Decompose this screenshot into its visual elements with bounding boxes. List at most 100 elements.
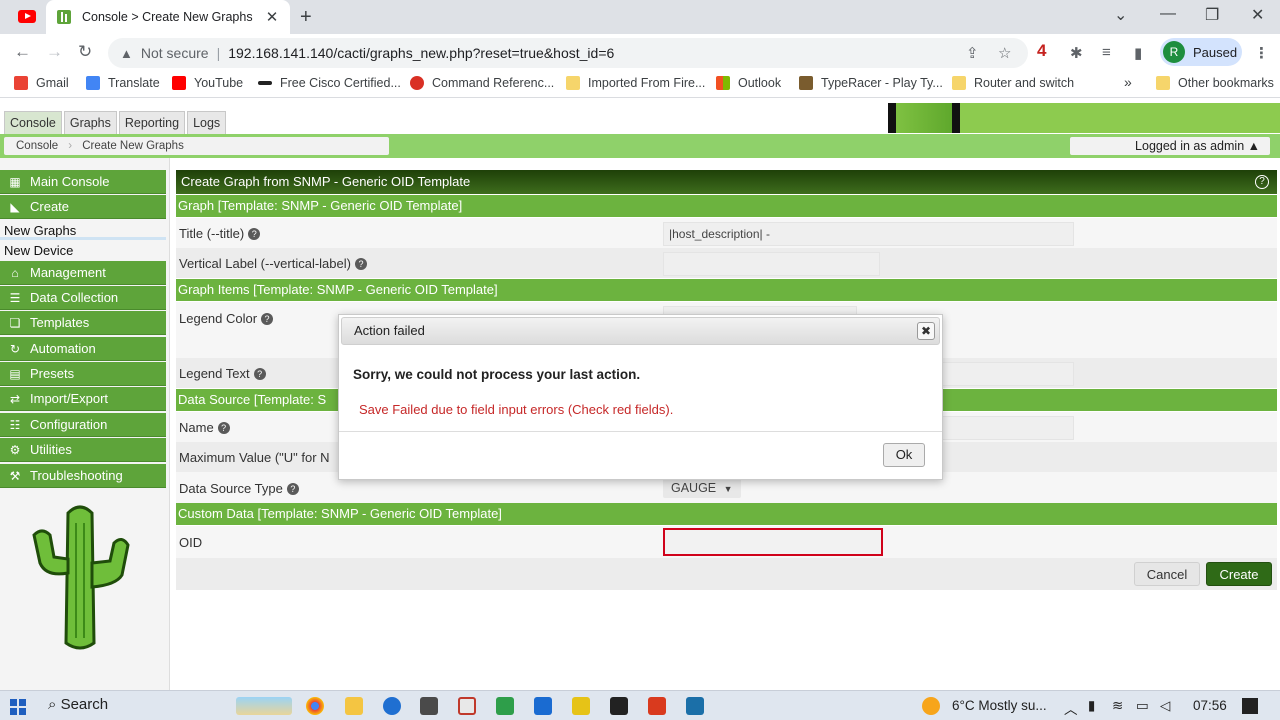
app-icon[interactable] [458, 697, 476, 715]
app-icon[interactable] [686, 697, 704, 715]
action-failed-dialog: Action failed ✖ Sorry, we could not proc… [338, 314, 943, 480]
extension-badge[interactable]: 4 [1037, 41, 1046, 61]
forward-button[interactable]: → [46, 42, 63, 62]
weather-text[interactable]: 6°C Mostly su... [952, 698, 1047, 713]
minimize-button[interactable]: — [1160, 5, 1176, 23]
title-input[interactable]: |host_description| - [663, 222, 1074, 246]
reload-button[interactable]: ↻ [78, 42, 92, 62]
cisco-icon [258, 81, 272, 85]
taskbar-widget-image[interactable] [236, 697, 292, 715]
app-icon[interactable] [383, 697, 401, 715]
bookmark-router-folder[interactable]: Router and switch [952, 76, 1074, 90]
help-icon[interactable]: ? [261, 313, 274, 325]
tray-chevron-icon[interactable]: ︿ [1064, 698, 1078, 718]
sidebar-item-configuration[interactable]: ☷ Configuration [0, 413, 166, 437]
bookmark-gmail[interactable]: Gmail [14, 76, 69, 90]
help-icon[interactable]: ? [217, 422, 230, 434]
logged-in-user[interactable]: Logged in as admin ▲ [1070, 137, 1270, 155]
warning-icon[interactable]: ▲ [120, 46, 133, 61]
breadcrumb-create-new-graphs[interactable]: Create New Graphs [68, 140, 196, 152]
database-icon: ☰ [9, 290, 21, 305]
tab-title: Console > Create New Graphs [82, 10, 253, 24]
media-control-icon[interactable]: ≡ [1102, 44, 1111, 61]
sidebar-item-main-console[interactable]: ▦ Main Console [0, 170, 166, 194]
terminal-icon[interactable] [610, 697, 628, 715]
tab-close-icon[interactable]: ✕ [264, 8, 280, 26]
sidebar: ▦ Main Console ◣ Create New Graphs New Dev… [0, 158, 170, 690]
extensions-puzzle-icon[interactable]: ✱ [1070, 44, 1083, 62]
chrome-icon[interactable] [306, 697, 324, 715]
battery-icon[interactable]: ▭ [1136, 698, 1149, 714]
sidebar-item-import-export[interactable]: ⇄ Import/Export [0, 387, 166, 411]
sidebar-item-data-collection[interactable]: ☰ Data Collection [0, 286, 166, 310]
profile-button[interactable]: R Paused [1160, 38, 1242, 66]
file-explorer-icon[interactable] [345, 697, 363, 715]
new-tab-button[interactable]: + [300, 6, 312, 29]
browser-tab-active[interactable]: Console > Create New Graphs ✕ [46, 0, 290, 34]
help-icon[interactable]: ? [286, 483, 299, 495]
brave-icon[interactable] [648, 697, 666, 715]
clock-time[interactable]: 07:56 [1193, 698, 1227, 713]
row-actions [176, 558, 1277, 590]
sidebar-item-create[interactable]: ◣ Create [0, 195, 166, 219]
vertical-label-input[interactable] [663, 252, 880, 276]
help-icon[interactable]: ? [253, 368, 266, 380]
wifi-icon[interactable]: ≋ [1112, 698, 1123, 714]
bookmark-outlook[interactable]: Outlook [716, 76, 781, 90]
sidebar-item-new-graphs[interactable]: New Graphs [4, 223, 76, 238]
powershell-icon[interactable] [534, 697, 552, 715]
cancel-button[interactable]: Cancel [1134, 562, 1200, 586]
tab-search-icon[interactable]: ⌄ [1114, 5, 1127, 25]
dialog-divider [339, 431, 942, 432]
tab-graphs[interactable]: Graphs [63, 111, 117, 135]
bookmark-cisco[interactable]: Free Cisco Certified... [258, 76, 401, 90]
sidebar-item-automation[interactable]: ↻ Automation [0, 337, 166, 361]
bookmark-star-icon[interactable]: ☆ [998, 44, 1011, 62]
windows-start-icon[interactable] [10, 699, 26, 715]
section-graph-items: Graph Items [Template: SNMP - Generic OI… [176, 279, 1277, 301]
close-window-button[interactable]: ✕ [1251, 5, 1264, 25]
sliders-icon: ☷ [9, 417, 21, 432]
tab-reporting[interactable]: Reporting [118, 111, 186, 135]
share-icon[interactable]: ⇪ [966, 44, 979, 62]
data-source-type-select[interactable]: GAUGE ▼ [663, 478, 741, 498]
sidebar-item-troubleshooting[interactable]: ⚒ Troubleshooting [0, 464, 166, 488]
youtube-tab-icon[interactable] [18, 10, 36, 23]
back-button[interactable]: ← [14, 42, 31, 62]
bookmark-translate[interactable]: Translate [86, 76, 160, 90]
oid-input[interactable] [663, 528, 883, 556]
app-icon[interactable] [420, 697, 438, 715]
bookmark-typeracer[interactable]: TypeRacer - Play Ty... [799, 76, 943, 90]
help-icon[interactable]: ? [1255, 175, 1269, 189]
bookmarks-overflow[interactable]: » [1124, 74, 1132, 90]
restore-button[interactable]: ❐ [1205, 5, 1219, 25]
address-bar[interactable]: ▲ Not secure | 192.168.141.140/cacti/gra… [108, 38, 1028, 68]
usb-icon[interactable]: ▮ [1088, 698, 1095, 714]
notification-icon[interactable] [1242, 698, 1258, 714]
side-panel-icon[interactable]: ▮ [1134, 44, 1142, 62]
create-button[interactable]: Create [1206, 562, 1272, 586]
tab-logs[interactable]: Logs [187, 111, 227, 135]
tab-console[interactable]: Console [4, 111, 62, 135]
sidebar-item-management[interactable]: ⌂ Management [0, 261, 166, 285]
bookmark-youtube[interactable]: YouTube [172, 76, 243, 90]
menu-kebab-icon[interactable]: ⋮ [1254, 44, 1269, 62]
sidebar-item-utilities[interactable]: ⚙ Utilities [0, 438, 166, 462]
sidebar-item-new-device[interactable]: New Device [4, 243, 73, 258]
help-icon[interactable]: ? [354, 258, 367, 270]
help-icon[interactable]: ? [248, 228, 261, 240]
dialog-close-icon[interactable]: ✖ [917, 322, 935, 340]
breadcrumb-console[interactable]: Console [4, 140, 70, 152]
app-icon[interactable] [572, 697, 590, 715]
app-icon[interactable] [496, 697, 514, 715]
sidebar-item-templates[interactable]: ❏ Templates [0, 311, 166, 335]
selected-indicator [0, 237, 166, 240]
weather-icon[interactable] [922, 697, 940, 715]
bookmark-other-folder[interactable]: Other bookmarks [1156, 76, 1274, 90]
bookmark-imported-folder[interactable]: Imported From Fire... [566, 76, 705, 90]
ok-button[interactable]: Ok [883, 443, 925, 467]
taskbar-search[interactable]: ⌕ Search [48, 696, 108, 713]
volume-icon[interactable]: ◁ [1160, 698, 1170, 714]
bookmark-command-reference[interactable]: Command Referenc... [410, 76, 554, 90]
sidebar-item-presets[interactable]: ▤ Presets [0, 362, 166, 386]
